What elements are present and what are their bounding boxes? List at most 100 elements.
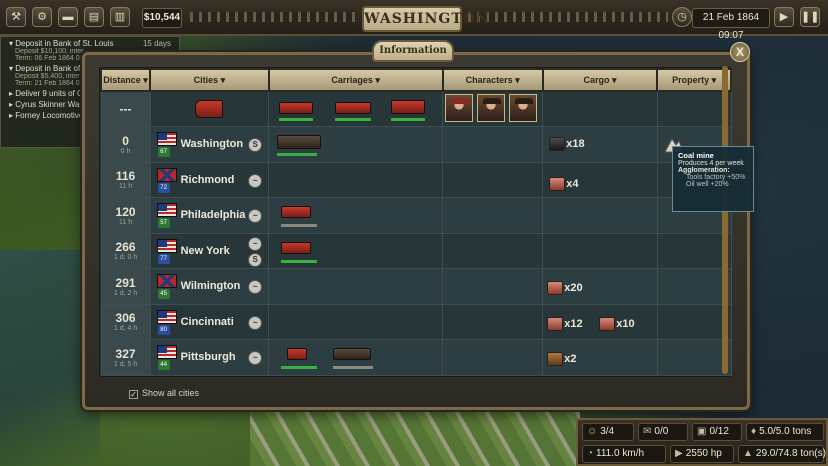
table-row[interactable]: 00 h 67 Washington S x18: [100, 126, 732, 163]
track-icon[interactable]: ~: [248, 236, 263, 251]
carriages-cell: [268, 303, 444, 340]
city-name[interactable]: Wilmington: [181, 280, 241, 292]
distance-value: 291: [115, 275, 136, 290]
header-label: Cities: [193, 74, 219, 85]
character-portrait[interactable]: [509, 94, 538, 122]
city-name[interactable]: New York: [181, 245, 230, 257]
union-flag-icon: [156, 132, 177, 146]
property-cell: [656, 303, 732, 340]
info-table-container: Distance ▾ Cities ▾ Carriages ▾ Characte…: [99, 67, 732, 377]
scrollbar[interactable]: [722, 66, 728, 374]
fast-forward-icon[interactable]: ▶: [774, 7, 794, 27]
table-row[interactable]: 306 1 d, 4 h 80 Cincinnati ~ x12 x10: [100, 303, 732, 340]
property-cell: [656, 268, 732, 305]
property-tooltip: Coal mine Produces 4 per week Agglomerat…: [672, 146, 754, 212]
condition-bar: [333, 366, 374, 369]
book-icon[interactable]: ▤: [84, 7, 104, 27]
header-label: Carriages: [331, 74, 373, 85]
header-carriages[interactable]: Carriages ▾: [267, 68, 444, 92]
caboose-icon[interactable]: [391, 100, 426, 114]
confederate-flag-icon: [156, 167, 177, 182]
city-name[interactable]: Pittsburgh: [181, 351, 236, 363]
pause-icon[interactable]: ❚❚: [800, 7, 820, 27]
show-all-cities-checkbox[interactable]: ✓ Show all cities: [129, 388, 199, 399]
characters-cell: [442, 339, 544, 376]
close-button[interactable]: X: [730, 42, 750, 62]
header-property[interactable]: Property ▾: [656, 68, 732, 92]
city-cell: 77 New York ~ S: [149, 232, 270, 269]
property-cell: [656, 90, 732, 127]
train-stats-panel: ☺ 3/4 ✉ 0/0 ▣ 0/12 ♦ 5.0/5.0 tons ◔ 111.0 km/…: [576, 418, 828, 466]
header-cities[interactable]: Cities ▾: [149, 68, 270, 92]
table-row[interactable]: 327 1 d, 5 h 44 Pittsburgh ~ x2: [100, 339, 732, 376]
carriage-icon[interactable]: [279, 102, 314, 114]
locomotive-icon[interactable]: [194, 100, 223, 118]
character-portrait[interactable]: [477, 94, 506, 122]
header-cargo[interactable]: Cargo ▾: [541, 68, 659, 92]
train-row: ---: [100, 90, 732, 127]
date-text: 21 Feb 1864: [702, 12, 760, 23]
station-icon[interactable]: ~: [248, 280, 263, 294]
locomotive-cell: [149, 90, 270, 127]
city-name[interactable]: Cincinnati: [181, 316, 234, 328]
cargo-item[interactable]: x10: [599, 316, 635, 331]
top-bar: ⚒ ⚙ ▬ ▤ ▥ $10,544 WASHINGTON ◷ 21 Feb 18…: [0, 0, 828, 41]
weight-stat: ♦ 5.0/5.0 tons: [746, 423, 824, 441]
city-name[interactable]: Richmond: [181, 174, 235, 186]
cargo-item[interactable]: x12: [547, 316, 583, 331]
cargo-item[interactable]: x20: [547, 281, 583, 295]
table-row[interactable]: 120 11 h 57 Philadelphia ~: [100, 197, 732, 234]
stat-value: 2550 hp: [685, 448, 722, 459]
carriage-icon[interactable]: [281, 206, 312, 218]
city-name[interactable]: Washington: [181, 138, 244, 150]
character-portrait[interactable]: [445, 94, 474, 122]
cargo-cars-stat: ▣ 0/12: [692, 423, 742, 441]
header-distance[interactable]: Distance ▾: [99, 68, 152, 92]
chart-icon[interactable]: ▥: [110, 7, 130, 27]
carriage-icon[interactable]: [287, 348, 308, 360]
stat-value: 0/12: [709, 426, 729, 437]
station-icon[interactable]: ~: [248, 315, 263, 330]
cargo-qty: x12: [564, 317, 583, 330]
condition-bar: [279, 118, 314, 121]
carriage-icon[interactable]: [333, 348, 372, 360]
carriage-icon[interactable]: [277, 135, 322, 149]
station-icon[interactable]: S: [248, 138, 263, 152]
carriage-icon[interactable]: [335, 102, 372, 114]
load-stat: ▲ 29.0/74.8 ton(s): [738, 445, 826, 463]
station-icon[interactable]: ~: [248, 173, 263, 188]
checkbox-icon[interactable]: ✓: [129, 390, 138, 399]
mail-icon: ✉: [643, 426, 652, 437]
cargo-item[interactable]: x2: [547, 352, 577, 366]
item-label: Forney Locomotive: [15, 111, 84, 120]
item-days: 15 days: [142, 39, 171, 48]
station-icon[interactable]: ~: [248, 209, 263, 223]
train-icon[interactable]: ▬: [58, 7, 78, 27]
table-row[interactable]: 266 1 d, 0 h 77 New York ~ S: [100, 232, 732, 269]
cargo-item[interactable]: x18: [549, 137, 585, 151]
carriages-cell: [268, 161, 444, 198]
cargo-item[interactable]: x4: [549, 176, 579, 191]
population-badge: 67: [157, 147, 170, 157]
cargo-cell: [542, 90, 658, 127]
cargo-qty: x18: [566, 137, 585, 150]
confederate-flag-icon: [156, 274, 177, 288]
table-row[interactable]: 116 11 h 72 Richmond ~ x4: [100, 161, 732, 198]
list-item[interactable]: ▾ Deposit in Bank of St. Louis 15 days: [1, 37, 179, 48]
distance-cell: 00 h: [100, 126, 151, 163]
distance-value: 266: [115, 240, 136, 255]
characters-cell: [442, 268, 544, 305]
tooltip-bonus: Tools factory +50%: [686, 174, 746, 181]
header-characters[interactable]: Characters ▾: [441, 68, 544, 92]
table-row[interactable]: 291 1 d, 2 h 45 Wilmington ~ x20: [100, 268, 732, 305]
city-cell: 57 Philadelphia ~: [149, 197, 270, 234]
wrench-icon[interactable]: ⚒: [6, 7, 26, 27]
carriage-icon[interactable]: [281, 241, 312, 254]
cogs-icon[interactable]: ⚙: [32, 7, 52, 27]
station-icon[interactable]: S: [248, 252, 263, 267]
city-name[interactable]: Philadelphia: [181, 209, 246, 221]
distance-value: 306: [115, 311, 136, 326]
cargo-cell: x20: [542, 268, 658, 305]
station-icon[interactable]: ~: [248, 351, 263, 365]
cargo-cell: [542, 197, 658, 234]
